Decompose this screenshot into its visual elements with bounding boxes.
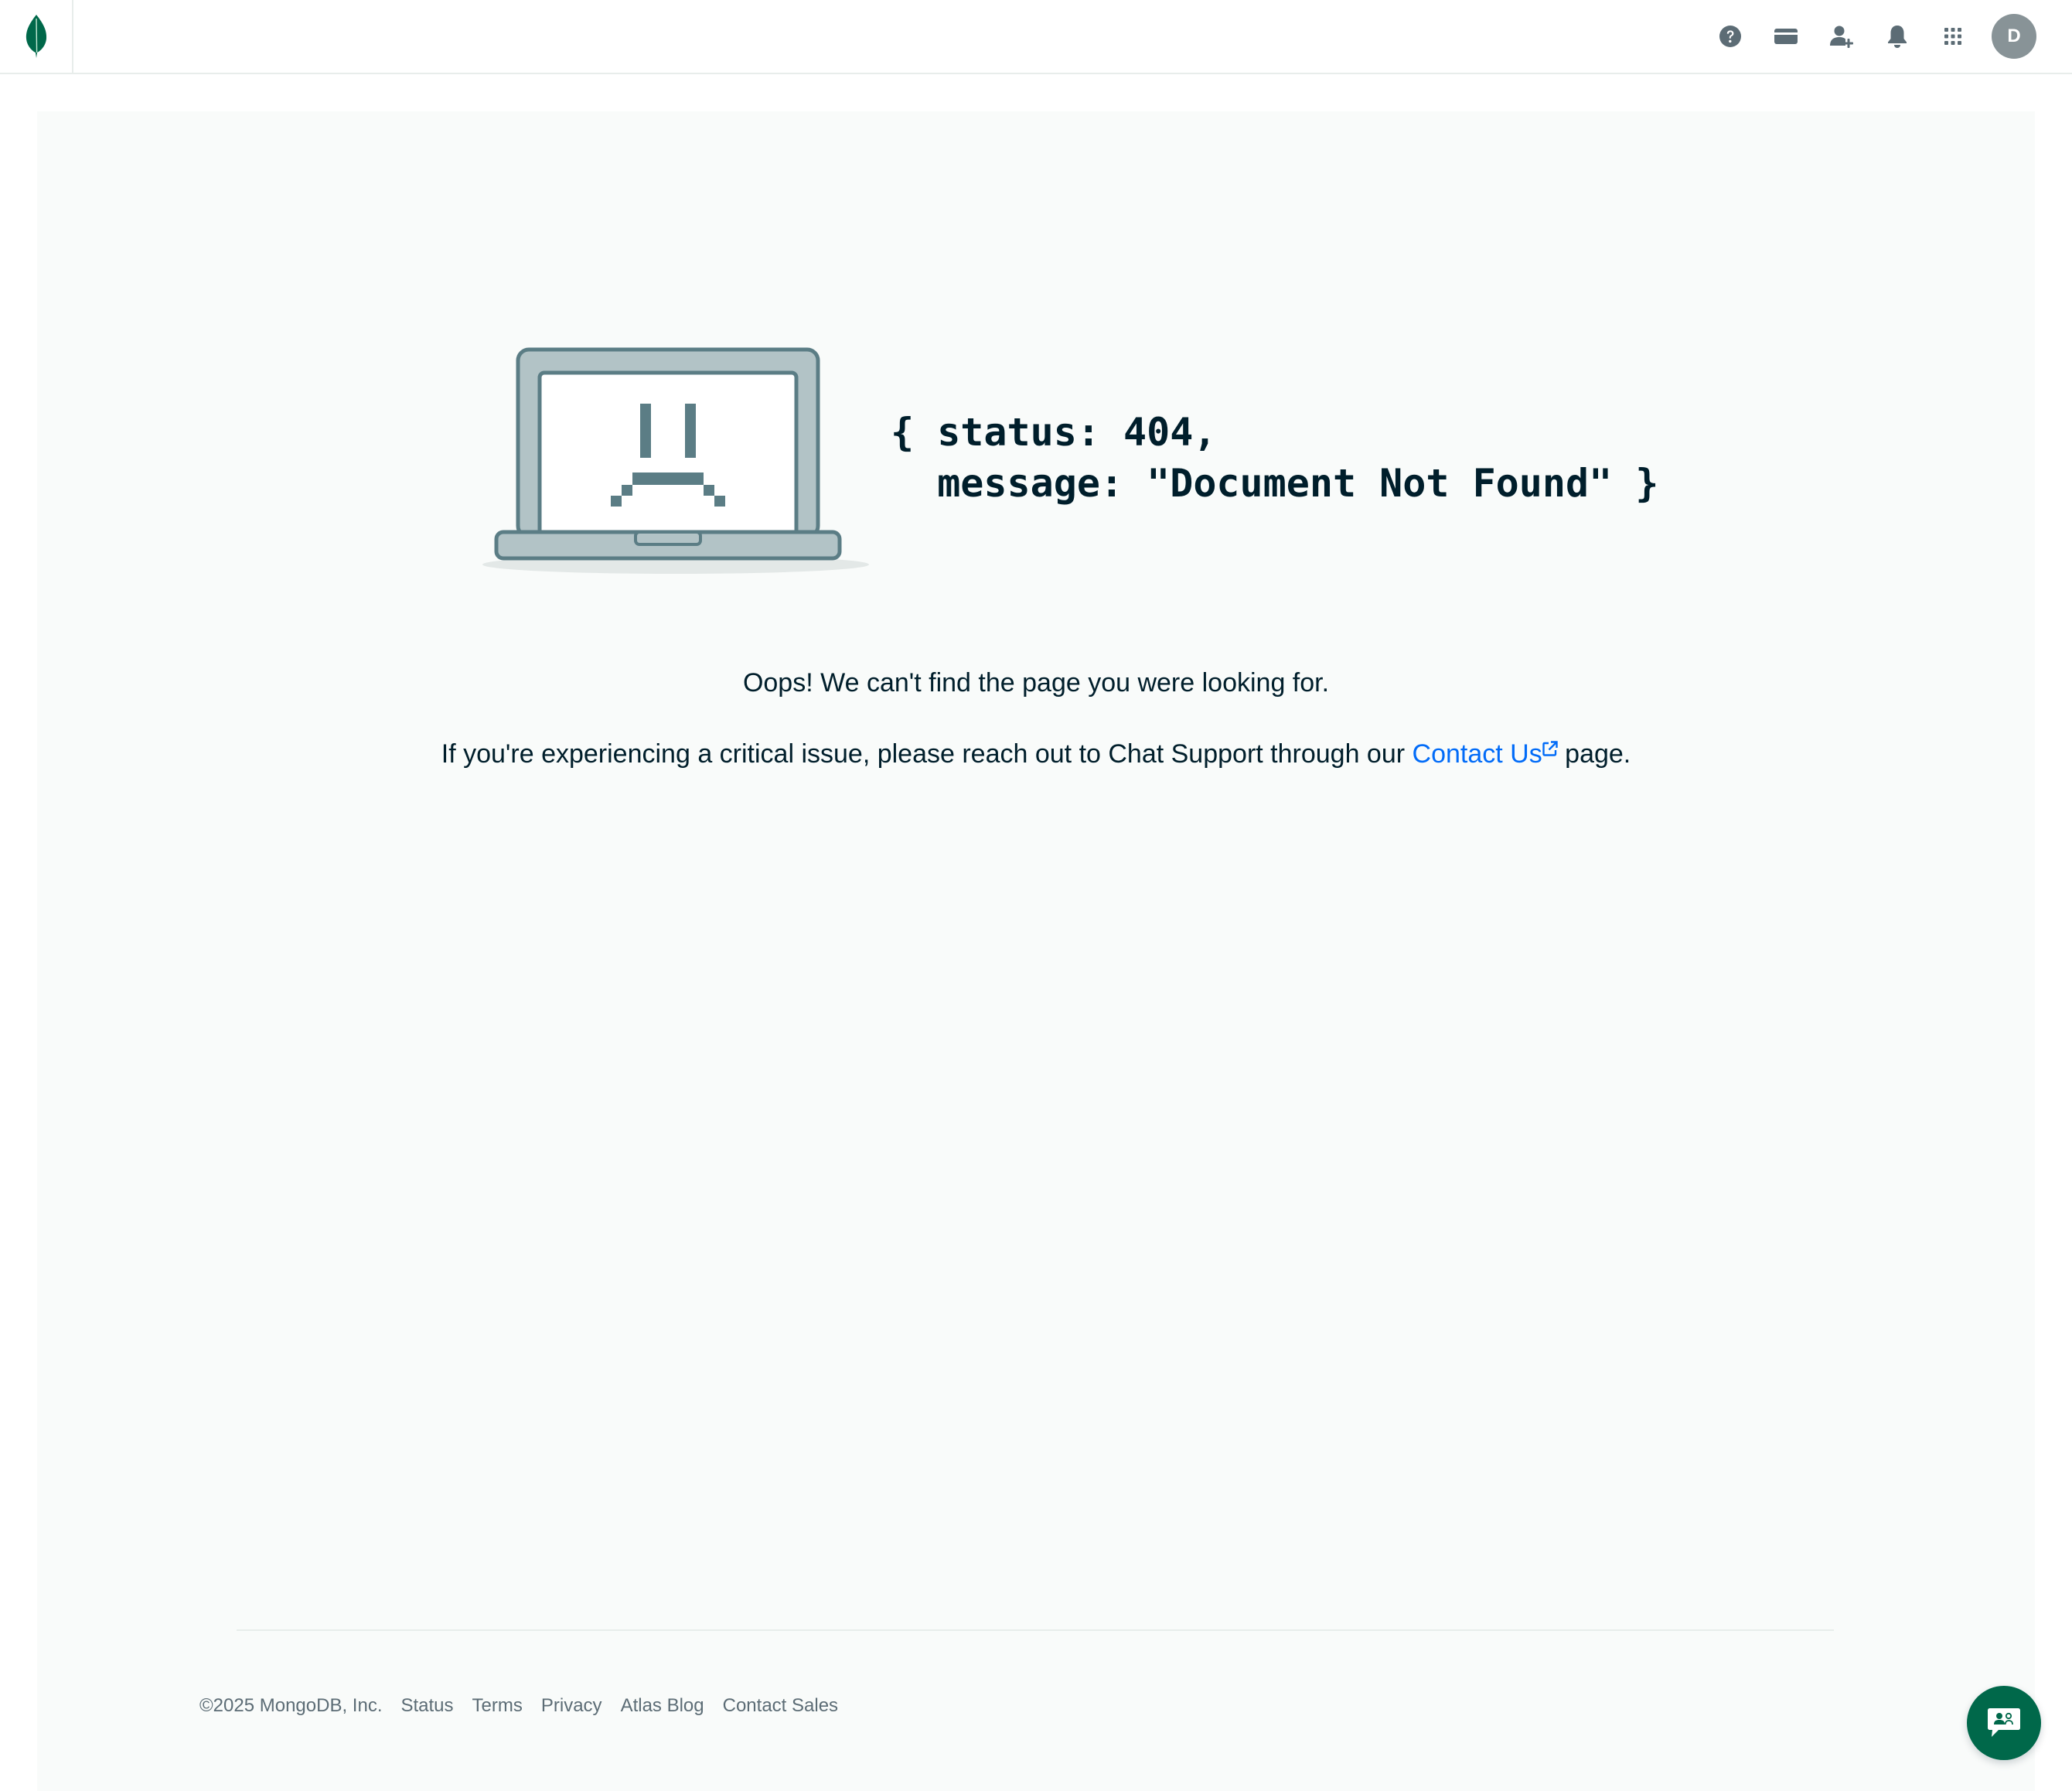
invite-user-button[interactable] bbox=[1814, 14, 1869, 59]
footer-link-status[interactable]: Status bbox=[400, 1695, 453, 1717]
billing-button[interactable] bbox=[1758, 14, 1814, 59]
footer-link-privacy[interactable]: Privacy bbox=[541, 1695, 602, 1717]
support-message-prefix: If you're experiencing a critical issue,… bbox=[441, 739, 1406, 769]
sad-laptop-illustration bbox=[482, 347, 869, 574]
help-button[interactable] bbox=[1702, 14, 1758, 59]
apps-menu-button[interactable] bbox=[1925, 14, 1981, 59]
notifications-bell-icon bbox=[1888, 26, 1907, 48]
help-icon bbox=[1719, 26, 1741, 47]
footer-link-terms[interactable]: Terms bbox=[472, 1695, 523, 1717]
footer-link-atlas-blog[interactable]: Atlas Blog bbox=[621, 1695, 704, 1717]
billing-card-icon bbox=[1774, 29, 1798, 44]
chat-support-icon bbox=[1988, 1708, 2020, 1737]
error-code-block: { status: 404, message: "Document Not Fo… bbox=[891, 407, 1658, 509]
contact-us-link[interactable]: Contact Us bbox=[1413, 739, 1558, 769]
support-message: If you're experiencing a critical issue,… bbox=[37, 739, 2035, 769]
support-message-suffix: page. bbox=[1565, 739, 1631, 769]
mongodb-leaf-icon bbox=[26, 15, 46, 58]
chat-support-button[interactable] bbox=[1967, 1686, 2041, 1760]
header-actions: D bbox=[1702, 14, 2036, 59]
contact-us-link-label: Contact Us bbox=[1412, 739, 1542, 769]
external-link-icon bbox=[1542, 741, 1558, 756]
main-content-panel: { status: 404, message: "Document Not Fo… bbox=[37, 111, 2035, 1791]
logo-link[interactable] bbox=[0, 0, 73, 73]
footer-link-contact-sales[interactable]: Contact Sales bbox=[723, 1695, 838, 1717]
top-navigation-bar: D bbox=[0, 0, 2072, 74]
user-avatar[interactable]: D bbox=[1992, 14, 2036, 59]
notifications-button[interactable] bbox=[1869, 14, 1925, 59]
code-line-status: { status: 404, bbox=[891, 410, 1217, 455]
footer-copyright: ©2025 MongoDB, Inc. bbox=[199, 1695, 383, 1716]
not-found-message: Oops! We can't find the page you were lo… bbox=[742, 668, 1330, 698]
apps-grid-icon bbox=[1944, 28, 1961, 45]
page-footer: ©2025 MongoDB, Inc. Status Terms Privacy… bbox=[199, 1695, 857, 1717]
footer-divider bbox=[237, 1629, 1834, 1631]
invite-user-icon bbox=[1830, 26, 1853, 48]
code-line-message: message: "Document Not Found" } bbox=[891, 461, 1659, 506]
